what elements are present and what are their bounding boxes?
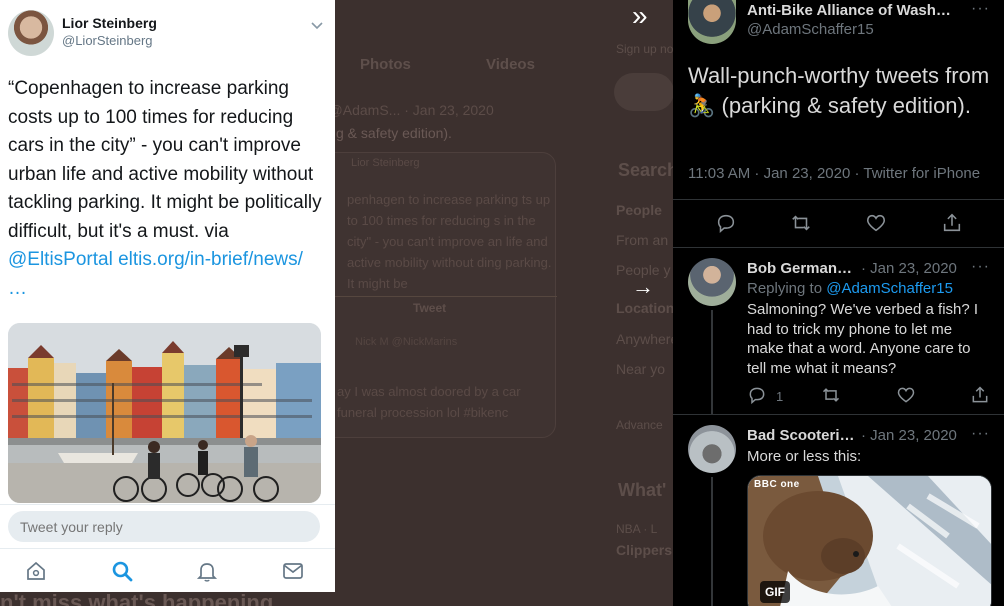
replying-to: Replying to @AdamSchaffer15 [747,280,953,297]
bbc-watermark: BBC one [754,479,800,490]
bg-trend-title: Clippers [616,542,673,558]
bg-quote-label: Tweet [413,301,447,315]
gif-media[interactable]: BBC one GIF [747,475,992,606]
reply-date[interactable]: · Jan 23, 2020 [861,427,957,444]
quoted-tweet-panel: Lior Steinberg @LiorSteinberg “Copenhage… [0,0,335,592]
bg-tweet-text: g & safety edition). [336,125,452,141]
reply-author-name[interactable]: Bob German… [747,260,852,277]
divider [673,414,1004,415]
more-icon[interactable]: ··· [971,258,990,276]
bg-quote-nick: Nick M @NickMarins [355,336,458,348]
like-icon[interactable] [896,385,916,405]
bg-from-anyone: From an [616,232,669,248]
bg-tab-videos: Videos [486,56,535,73]
chevron-down-icon[interactable] [310,18,324,32]
reply-date[interactable]: · Jan 23, 2020 [861,260,957,277]
bg-people-heading: People [616,202,662,218]
retweet-icon[interactable] [790,212,812,234]
more-icon[interactable]: ··· [971,425,990,443]
bg-quote-author: Lior Steinberg [351,157,420,169]
bg-near-you: Near yo [616,361,666,377]
bg-signup-hint: Sign up no [616,42,674,56]
like-icon[interactable] [865,212,887,234]
bg-tweet-header: ) @AdamS... · Jan 23, 2020 [320,102,494,118]
avatar[interactable] [8,10,54,56]
replying-to-label: Replying to [747,280,827,297]
gif-badge: GIF [760,581,790,603]
reply-input[interactable] [8,511,320,542]
avatar[interactable] [688,0,736,44]
author-name[interactable]: Lior Steinberg [62,15,157,31]
cyclist-emoji: 🚴 [688,93,716,118]
more-icon[interactable]: ··· [971,0,990,18]
thread-connector [711,477,713,606]
avatar[interactable] [688,425,736,473]
mention-link[interactable]: @EltisPortal [8,249,113,270]
bg-trend-category: NBA · L [616,522,658,536]
article-link[interactable]: eltis.org/in-brief/news/ [118,249,303,270]
arrow-right-icon[interactable]: → [632,274,654,300]
truncation-ellipsis[interactable]: … [8,278,27,299]
bg-search-heading: Search [618,160,679,180]
nyhavn-photo-image [8,323,321,503]
author-name[interactable]: Anti-Bike Alliance of Wash… [747,2,951,19]
replying-to-mention[interactable]: @AdamSchaffer15 [826,280,953,297]
notifications-icon[interactable] [195,559,219,583]
bg-anywhere: Anywhere [616,331,679,347]
avatar[interactable] [688,258,736,306]
bg-quote-body: penhagen to increase parking ts up to 10… [347,192,552,291]
tweet-body: “Copenhagen to increase parking costs up… [8,78,322,242]
tweet-photo[interactable] [8,323,321,503]
divider [673,247,1004,248]
reply-icon[interactable] [715,212,737,234]
reply-count: 1 [776,389,784,404]
bottom-tab-bar [0,548,335,592]
expand-icon[interactable]: » [632,0,648,32]
tweet-text-part1: Wall-punch-worthy tweets from [688,63,990,88]
share-icon[interactable] [970,385,990,405]
bg-location-heading: Location [616,300,675,316]
author-handle[interactable]: @AdamSchaffer15 [747,21,874,38]
tweet-header: Lior Steinberg @LiorSteinberg [8,8,328,58]
reply-text: More or less this: [747,448,862,465]
search-icon[interactable] [110,559,134,583]
retweet-icon[interactable] [821,385,841,405]
reply-bar [0,504,335,548]
thread-panel: Anti-Bike Alliance of Wash… @AdamSchaffe… [673,0,1004,606]
bg-quote-divider [311,296,557,297]
tweet-timestamp[interactable]: 11:03 AM · Jan 23, 2020 · Twitter for iP… [688,165,980,182]
bg-bottom-banner: n't miss what's happening [0,590,274,606]
messages-icon[interactable] [281,559,305,583]
share-icon[interactable] [941,212,963,234]
bg-tab-photos: Photos [360,56,411,73]
reply-text: Salmoning? We've verbed a fish? I had to… [747,301,979,377]
tweet-text-part2: (parking & safety edition). [715,93,971,118]
bg-whats-happening: What' [618,480,667,500]
tweet-text: “Copenhagen to increase parking costs up… [8,75,328,303]
bg-quoted-tweet: Lior Steinberg penhagen to increase park… [310,152,557,438]
author-handle[interactable]: @LiorSteinberg [62,33,153,48]
tweet-text: Wall-punch-worthy tweets from 🚴 (parking… [688,61,993,121]
thread-connector [711,310,713,414]
bg-quote-footer: ay I was almost doored by a car funeral … [337,384,521,420]
reply-author-name[interactable]: Bad Scooteri… [747,427,855,444]
home-icon[interactable] [24,559,48,583]
bg-advanced-search: Advance [616,418,663,432]
divider [673,199,1004,200]
reply-icon[interactable] [747,385,767,405]
bg-search-pill [614,73,674,111]
